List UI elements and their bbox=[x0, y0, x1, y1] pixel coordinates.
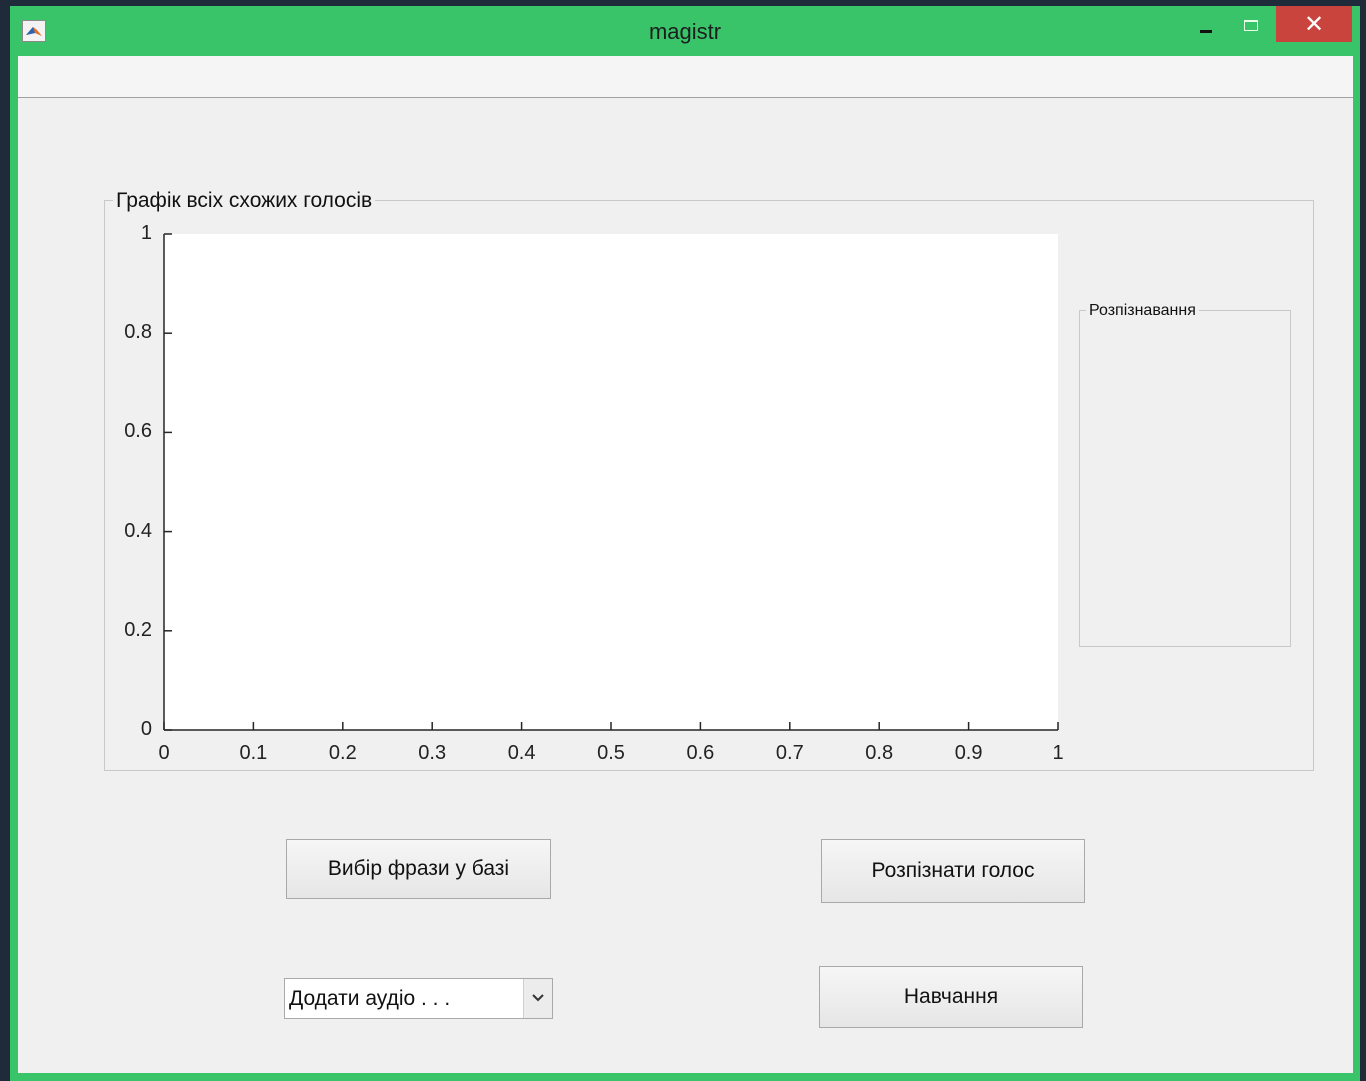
training-button[interactable]: Навчання bbox=[819, 966, 1083, 1028]
close-icon: ✕ bbox=[1303, 10, 1325, 38]
y-tick-label: 0.8 bbox=[124, 321, 152, 344]
x-tick-label: 0.9 bbox=[954, 742, 983, 764]
minimize-button[interactable] bbox=[1190, 10, 1226, 40]
close-button[interactable]: ✕ bbox=[1276, 6, 1352, 42]
x-tick-label: 0.5 bbox=[597, 742, 625, 764]
choose-phrase-button[interactable]: Вибір фрази у базі bbox=[286, 839, 551, 899]
x-tick-label: 0.4 bbox=[507, 742, 536, 764]
recognize-voice-button[interactable]: Розпізнати голос bbox=[821, 839, 1085, 903]
chevron-down-icon bbox=[532, 994, 544, 1002]
maximize-button[interactable] bbox=[1236, 10, 1272, 40]
maximize-icon bbox=[1244, 20, 1258, 31]
minimize-icon bbox=[1200, 30, 1212, 33]
y-tick-label: 0.2 bbox=[124, 618, 152, 641]
title-bar[interactable]: magistr ✕ bbox=[10, 6, 1360, 56]
x-tick-label: 1 bbox=[1052, 742, 1064, 764]
x-tick-label: 0.2 bbox=[328, 742, 357, 764]
x-tick-label: 0.3 bbox=[418, 742, 447, 764]
client-area: Графік всіх схожих голосів 0 0.1 0.2 0.3 0.4… bbox=[18, 56, 1353, 1073]
y-tick-label: 1 bbox=[140, 222, 152, 244]
x-tick-label: 0.6 bbox=[686, 742, 715, 764]
recognition-panel: Розпізнавання bbox=[1079, 302, 1291, 647]
recognition-panel-label: Розпізнавання bbox=[1086, 302, 1199, 320]
y-tick-label: 0.6 bbox=[124, 420, 152, 443]
y-tick-label: 0.4 bbox=[124, 519, 152, 542]
x-tick-label: 0.7 bbox=[775, 742, 804, 764]
x-tick-label: 0 bbox=[158, 742, 170, 764]
add-audio-dropdown[interactable]: Додати аудіо . . . bbox=[284, 978, 553, 1019]
dropdown-arrow-button[interactable] bbox=[523, 979, 552, 1018]
dropdown-selected-value: Додати аудіо . . . bbox=[289, 987, 451, 1010]
window-title: magistr bbox=[648, 19, 722, 44]
x-tick-label: 0.8 bbox=[865, 742, 894, 764]
app-window: magistr ✕ Графік всіх схожих голосів 0 0.… bbox=[10, 6, 1360, 1081]
y-tick-label: 0 bbox=[140, 718, 152, 740]
x-tick-label: 0.1 bbox=[239, 742, 268, 764]
